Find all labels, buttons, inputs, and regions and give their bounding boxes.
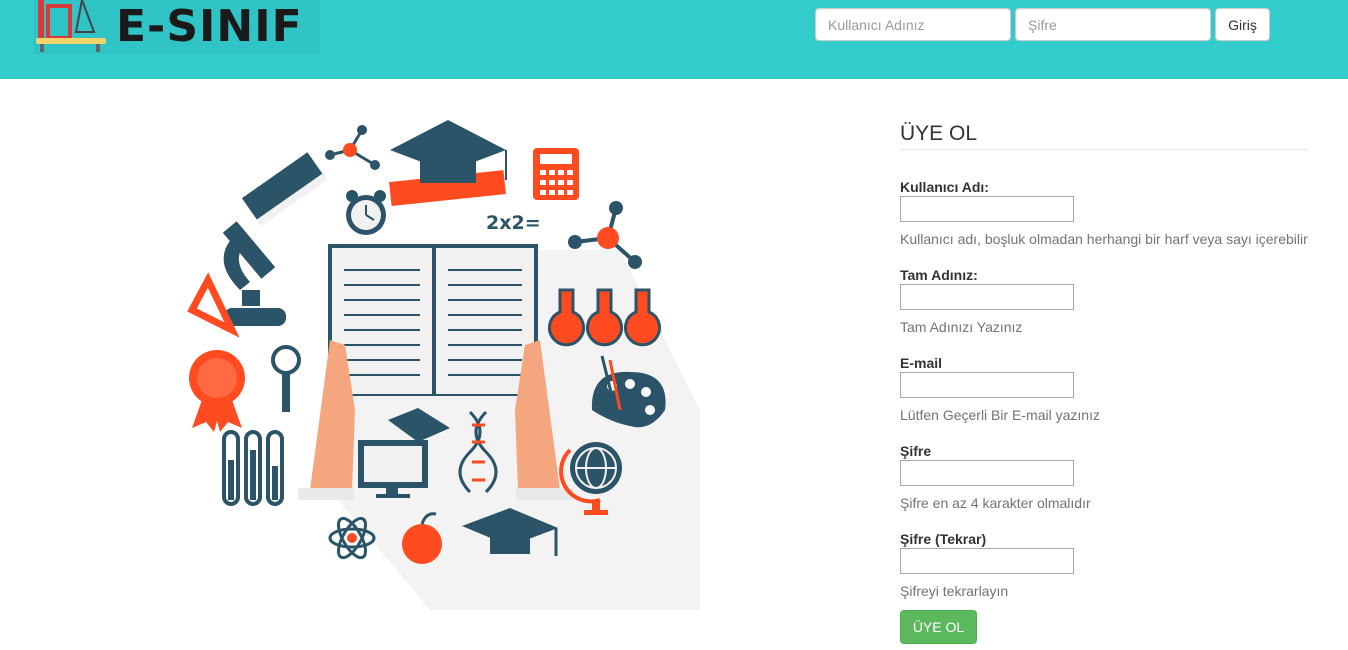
microscope-icon: [222, 221, 286, 326]
molecule-icon: [325, 125, 380, 170]
logo-mark-icon: [36, 0, 106, 52]
graduation-cap-icon: [389, 120, 507, 206]
closed-book-icon: [241, 152, 327, 227]
top-navbar: E-SINIF Giriş: [0, 0, 1348, 79]
site-logo[interactable]: E-SINIF: [34, 0, 320, 54]
test-tubes-icon: [222, 430, 284, 506]
open-book-icon: [328, 244, 538, 396]
logo-text: E-SINIF: [116, 1, 303, 52]
password-repeat-input[interactable]: [900, 548, 1074, 574]
password-repeat-help: Şifreyi tekrarlayın: [900, 583, 1009, 599]
username-label: Kullanıcı Adı:: [900, 179, 989, 195]
signup-form: ÜYE OL Kullanıcı Adı: Kullanıcı adı, boş…: [900, 118, 1308, 644]
equation-text: 2x2=: [486, 212, 541, 234]
signup-username-input[interactable]: [900, 196, 1074, 222]
fullname-field-group: Tam Adınız: Tam Adınızı Yazınız: [900, 266, 1308, 336]
login-button[interactable]: Giriş: [1215, 8, 1270, 41]
username-help: Kullanıcı adı, boşluk olmadan herhangi b…: [900, 231, 1308, 247]
signup-password-input[interactable]: [900, 460, 1074, 486]
form-title: ÜYE OL: [900, 118, 1308, 150]
calculator-icon: [533, 148, 579, 200]
award-ribbon-icon: [189, 350, 245, 432]
fullname-label: Tam Adınız:: [900, 267, 978, 283]
magnifier-icon: [271, 345, 301, 412]
email-label: E-mail: [900, 355, 943, 371]
email-input[interactable]: [900, 372, 1074, 398]
password-repeat-field-group: Şifre (Tekrar) Şifreyi tekrarlayın: [900, 530, 1308, 600]
education-illustration: 2x2=: [187, 120, 700, 610]
username-input[interactable]: [815, 8, 1011, 41]
password-repeat-label: Şifre (Tekrar): [900, 531, 987, 547]
triangle-ruler-icon: [187, 272, 240, 338]
email-help: Lütfen Geçerli Bir E-mail yazınız: [900, 407, 1100, 423]
alarm-clock-icon: [346, 190, 386, 235]
password-input[interactable]: [1015, 8, 1211, 41]
fullname-help: Tam Adınızı Yazınız: [900, 319, 1023, 335]
signup-submit-button[interactable]: ÜYE OL: [900, 610, 977, 644]
email-field-group: E-mail Lütfen Geçerli Bir E-mail yazınız: [900, 354, 1308, 424]
flasks-icon: [548, 288, 661, 347]
fullname-input[interactable]: [900, 284, 1074, 310]
password-label: Şifre: [900, 443, 932, 459]
username-field-group: Kullanıcı Adı: Kullanıcı adı, boşluk olm…: [900, 178, 1308, 248]
password-field-group: Şifre Şifre en az 4 karakter olmalıdır: [900, 442, 1308, 512]
password-help: Şifre en az 4 karakter olmalıdır: [900, 495, 1091, 511]
